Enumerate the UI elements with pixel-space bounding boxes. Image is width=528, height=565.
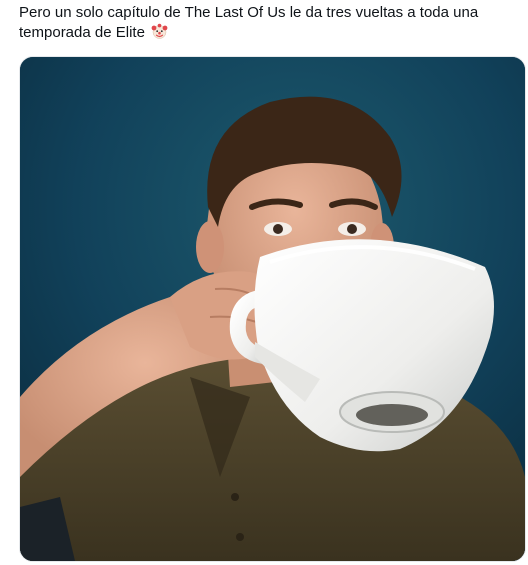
tweet-text: Pero un solo capítulo de The Last Of Us … xyxy=(19,3,511,43)
clown-face-icon xyxy=(151,23,168,40)
tweet-media-photo[interactable] xyxy=(19,56,526,562)
tweet-text-content: Pero un solo capítulo de The Last Of Us … xyxy=(19,4,479,41)
meme-photo xyxy=(20,57,525,561)
tweet: Pero un solo capítulo de The Last Of Us … xyxy=(0,0,528,565)
